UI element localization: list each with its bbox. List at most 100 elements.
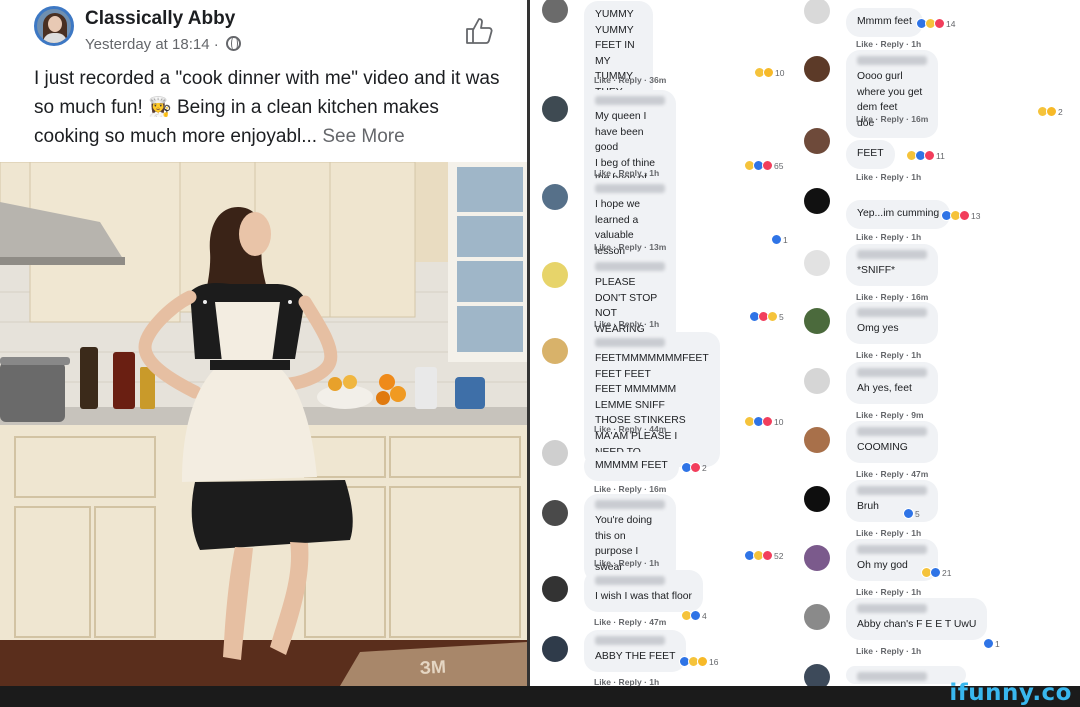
avatar[interactable] — [804, 308, 830, 334]
blurred-commenter-name[interactable] — [857, 545, 927, 554]
blurred-commenter-name[interactable] — [595, 500, 665, 509]
ifunny-watermark: ifunny.co — [949, 680, 1072, 706]
author-avatar[interactable] — [34, 6, 74, 46]
avatar[interactable] — [804, 486, 830, 512]
avatar[interactable] — [804, 250, 830, 276]
comment-meta[interactable]: Like · Reply · 16m — [856, 114, 928, 124]
comment-bubble: Bruh — [846, 480, 938, 522]
blurred-commenter-name[interactable] — [857, 250, 927, 259]
comment-meta[interactable]: Like · Reply · 1h — [856, 528, 921, 538]
thumbs-up-icon[interactable] — [464, 16, 494, 46]
avatar[interactable] — [804, 368, 830, 394]
blurred-commenter-name[interactable] — [857, 427, 927, 436]
comment-meta[interactable]: Like · Reply · 16m — [594, 484, 666, 494]
comment-text: FEETMMMMMMMFEET FEET FEET FEET MMMMMM LE… — [595, 353, 709, 458]
comment-bubble: Omg yes — [846, 302, 938, 344]
comment-text: Omg yes — [857, 323, 899, 334]
comment-bubble: I wish I was that floor — [584, 570, 704, 612]
blurred-commenter-name[interactable] — [595, 636, 665, 645]
love-reaction-icon — [959, 210, 970, 221]
blurred-commenter-name[interactable] — [857, 308, 927, 317]
avatar[interactable] — [804, 56, 830, 82]
comment-meta[interactable]: Like · Reply · 1h — [594, 677, 659, 686]
reaction-count[interactable]: 52 — [744, 550, 783, 561]
love-reaction-icon — [934, 18, 945, 29]
reaction-count[interactable]: 13 — [941, 210, 980, 221]
post-timestamp[interactable]: Yesterday at 18:14 · — [85, 36, 241, 53]
reaction-count[interactable]: 16 — [679, 656, 718, 667]
reaction-count[interactable]: 10 — [744, 416, 783, 427]
avatar[interactable] — [804, 188, 830, 214]
comment-bubble: *SNIFF* — [846, 244, 938, 286]
comment-meta[interactable]: Like · Reply · 1h — [856, 232, 921, 242]
kitchen-photo: ЗМ — [0, 162, 527, 686]
avatar[interactable] — [804, 0, 830, 24]
blurred-commenter-name[interactable] — [595, 338, 665, 347]
blurred-commenter-name[interactable] — [857, 486, 927, 495]
comment-text: Oh my god — [857, 560, 908, 571]
post-photo[interactable]: ЗМ — [0, 162, 527, 686]
comment-meta[interactable]: Like · Reply · 44m — [594, 424, 666, 434]
avatar[interactable] — [542, 0, 568, 23]
reaction-count[interactable]: 14 — [916, 18, 955, 29]
blurred-commenter-name[interactable] — [595, 262, 665, 271]
avatar[interactable] — [542, 576, 568, 602]
reaction-count[interactable]: 1 — [771, 234, 788, 245]
avatar[interactable] — [804, 545, 830, 571]
reaction-count[interactable]: 2 — [681, 462, 707, 473]
reaction-count[interactable]: 5 — [749, 311, 784, 322]
author-name[interactable]: Classically Abby — [85, 8, 235, 30]
comment-meta[interactable]: Like · Reply · 9m — [856, 410, 924, 420]
comment-meta[interactable]: Like · Reply · 1h — [594, 558, 659, 568]
avatar[interactable] — [542, 636, 568, 662]
avatar[interactable] — [542, 338, 568, 364]
avatar[interactable] — [804, 128, 830, 154]
see-more-link[interactable]: See More — [322, 126, 404, 147]
comment-meta[interactable]: Like · Reply · 36m — [594, 75, 666, 85]
blurred-commenter-name[interactable] — [857, 672, 927, 681]
blurred-commenter-name[interactable] — [857, 368, 927, 377]
blurred-commenter-name[interactable] — [857, 604, 927, 613]
comment-meta[interactable]: Like · Reply · 16m — [856, 292, 928, 302]
comment-meta[interactable]: Like · Reply · 1h — [594, 168, 659, 178]
avatar[interactable] — [542, 440, 568, 466]
comment-meta[interactable]: Like · Reply · 1h — [856, 350, 921, 360]
avatar[interactable] — [804, 427, 830, 453]
wow-reaction-icon — [697, 656, 708, 667]
reaction-count[interactable]: 21 — [921, 567, 951, 578]
comment-text: Bruh — [857, 501, 879, 512]
avatar[interactable] — [542, 96, 568, 122]
comment-meta[interactable]: Like · Reply · 1h — [856, 646, 921, 656]
blurred-commenter-name[interactable] — [857, 56, 927, 65]
reaction-count[interactable]: 1 — [983, 638, 1000, 649]
comment-text: I wish I was that floor — [595, 591, 693, 602]
like-reaction-icon — [930, 567, 941, 578]
reaction-count[interactable]: 65 — [744, 160, 783, 171]
avatar[interactable] — [804, 664, 830, 686]
comment-meta[interactable]: Like · Reply · 13m — [594, 242, 666, 252]
comment-bubble: Yep...im cumming — [846, 200, 951, 229]
comment-meta[interactable]: Like · Reply · 47m — [856, 469, 928, 479]
comment-meta[interactable]: Like · Reply · 1h — [856, 39, 921, 49]
avatar[interactable] — [542, 184, 568, 210]
comment-bubble: FEET — [846, 140, 895, 169]
love-reaction-icon — [762, 550, 773, 561]
avatar[interactable] — [542, 262, 568, 288]
comment-meta[interactable]: Like · Reply · 1h — [594, 319, 659, 329]
blurred-commenter-name[interactable] — [595, 96, 665, 105]
comment-text: Yep...im cumming — [857, 208, 940, 219]
comment-meta[interactable]: Like · Reply · 1h — [856, 587, 921, 597]
reaction-count[interactable]: 2 — [1037, 106, 1063, 117]
reaction-count[interactable]: 10 — [754, 67, 784, 78]
comment-bubble: Oooo gurl where you get dem feet doe — [846, 50, 938, 139]
avatar[interactable] — [542, 500, 568, 526]
reaction-count[interactable]: 11 — [906, 150, 945, 161]
comment-meta[interactable]: Like · Reply · 47m — [594, 617, 666, 627]
blurred-commenter-name[interactable] — [595, 184, 665, 193]
love-reaction-icon — [690, 462, 701, 473]
comment-meta[interactable]: Like · Reply · 1h — [856, 172, 921, 182]
avatar[interactable] — [804, 604, 830, 630]
reaction-count[interactable]: 5 — [903, 508, 920, 519]
blurred-commenter-name[interactable] — [595, 576, 665, 585]
reaction-count[interactable]: 4 — [681, 610, 707, 621]
